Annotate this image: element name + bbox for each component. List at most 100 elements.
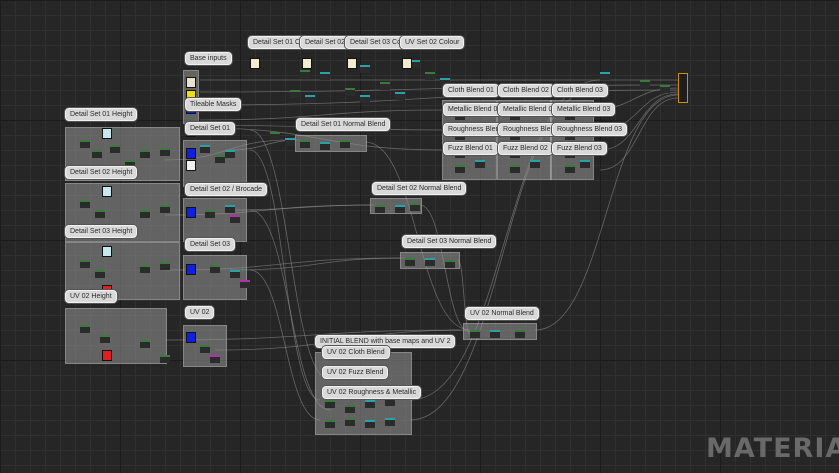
graph-node[interactable] bbox=[80, 325, 90, 333]
graph-node[interactable] bbox=[530, 160, 540, 168]
height-03-texture[interactable] bbox=[102, 246, 112, 257]
comment-detail-set-03[interactable]: Detail Set 03 bbox=[185, 238, 236, 251]
comment-detail-set-01-normal-blend[interactable]: Detail Set 01 Normal Blend bbox=[296, 118, 391, 131]
comment-base-inputs[interactable]: Base inputs bbox=[185, 52, 232, 65]
comment-uv-02-fuzz-blend[interactable]: UV 02 Fuzz Blend bbox=[322, 366, 389, 379]
graph-node[interactable] bbox=[300, 140, 310, 148]
graph-node[interactable] bbox=[320, 72, 330, 80]
graph-node[interactable] bbox=[95, 270, 105, 278]
colour-03-swatch[interactable] bbox=[347, 58, 357, 69]
graph-node[interactable] bbox=[210, 355, 220, 363]
graph-node[interactable] bbox=[325, 400, 335, 408]
graph-node[interactable] bbox=[240, 280, 250, 288]
graph-node[interactable] bbox=[140, 265, 150, 273]
graph-node[interactable] bbox=[470, 330, 480, 338]
graph-node[interactable] bbox=[80, 200, 90, 208]
graph-node[interactable] bbox=[345, 405, 355, 413]
graph-node[interactable] bbox=[225, 150, 235, 158]
graph-node[interactable] bbox=[200, 145, 210, 153]
comment-cloth-blend-03[interactable]: Cloth Blend 03 bbox=[552, 84, 608, 97]
comment-detail-set-02-height[interactable]: Detail Set 02 Height bbox=[65, 166, 138, 179]
graph-node[interactable] bbox=[285, 138, 295, 146]
height-02-texture[interactable] bbox=[102, 186, 112, 197]
graph-node[interactable] bbox=[360, 65, 370, 73]
comment-metallic-blend-03[interactable]: Metallic Blend 03 bbox=[552, 103, 616, 116]
graph-node[interactable] bbox=[490, 330, 500, 338]
graph-node[interactable] bbox=[140, 340, 150, 348]
colour-01-swatch[interactable] bbox=[250, 58, 260, 69]
colour-02-swatch[interactable] bbox=[302, 58, 312, 69]
graph-node[interactable] bbox=[340, 140, 350, 148]
comment-uv-02[interactable]: UV 02 bbox=[185, 306, 215, 319]
comment-uv-set-02-colour[interactable]: UV Set 02 Colour bbox=[400, 36, 465, 49]
graph-node[interactable] bbox=[80, 140, 90, 148]
comment-detail-set-02-brocade[interactable]: Detail Set 02 / Brocade bbox=[185, 183, 267, 196]
graph-node[interactable] bbox=[395, 205, 405, 213]
graph-node[interactable] bbox=[290, 90, 300, 98]
graph-node[interactable] bbox=[160, 148, 170, 156]
comment-uv-02-normal-blend[interactable]: UV 02 Normal Blend bbox=[465, 307, 539, 320]
comment-detail-set-02-normal-blend[interactable]: Detail Set 02 Normal Blend bbox=[372, 182, 467, 195]
graph-node[interactable] bbox=[385, 418, 395, 426]
base-colour-swatch[interactable] bbox=[186, 77, 196, 88]
graph-node[interactable] bbox=[92, 150, 102, 158]
graph-node[interactable] bbox=[110, 145, 120, 153]
graph-node[interactable] bbox=[205, 210, 215, 218]
graph-node[interactable] bbox=[445, 260, 455, 268]
comment-fuzz-blend-01[interactable]: Fuzz Blend 01 bbox=[443, 142, 498, 155]
graph-node[interactable] bbox=[225, 205, 235, 213]
comment-uv-02-cloth-blend[interactable]: UV 02 Cloth Blend bbox=[322, 346, 390, 359]
graph-node[interactable] bbox=[200, 345, 210, 353]
graph-node[interactable] bbox=[160, 355, 170, 363]
graph-node[interactable] bbox=[375, 205, 385, 213]
material-graph-canvas[interactable]: Detail Set 01 Height Detail Set 02 Heigh… bbox=[0, 0, 839, 473]
comment-metallic-blend-01[interactable]: Metallic Blend 01 bbox=[443, 103, 507, 116]
graph-node[interactable] bbox=[100, 335, 110, 343]
graph-node[interactable] bbox=[380, 82, 390, 90]
detail-01-white-swatch[interactable] bbox=[186, 160, 196, 171]
graph-node[interactable] bbox=[140, 150, 150, 158]
graph-node[interactable] bbox=[345, 418, 355, 426]
graph-node[interactable] bbox=[395, 92, 405, 100]
graph-node[interactable] bbox=[160, 262, 170, 270]
graph-node[interactable] bbox=[305, 95, 315, 103]
graph-node[interactable] bbox=[95, 210, 105, 218]
graph-node[interactable] bbox=[660, 85, 670, 93]
graph-node[interactable] bbox=[580, 160, 590, 168]
graph-node[interactable] bbox=[515, 330, 525, 338]
comment-uv-02-roughness-metallic[interactable]: UV 02 Roughness & Metallic bbox=[322, 386, 422, 399]
detail-03-blue-swatch[interactable] bbox=[186, 264, 196, 275]
graph-node[interactable] bbox=[345, 88, 355, 96]
graph-node[interactable] bbox=[325, 420, 335, 428]
graph-node[interactable] bbox=[475, 160, 485, 168]
comment-box-uv-02-height[interactable] bbox=[65, 308, 167, 364]
graph-node[interactable] bbox=[80, 260, 90, 268]
graph-node[interactable] bbox=[160, 205, 170, 213]
graph-node[interactable] bbox=[385, 398, 395, 406]
comment-tileable-masks[interactable]: Tileable Masks bbox=[185, 98, 242, 111]
graph-node[interactable] bbox=[640, 80, 650, 88]
colour-uv-swatch[interactable] bbox=[402, 58, 412, 69]
graph-node[interactable] bbox=[425, 72, 435, 80]
graph-node[interactable] bbox=[230, 215, 240, 223]
graph-node[interactable] bbox=[360, 95, 370, 103]
graph-node[interactable] bbox=[320, 142, 330, 150]
graph-node[interactable] bbox=[365, 400, 375, 408]
comment-fuzz-blend-02[interactable]: Fuzz Blend 02 bbox=[498, 142, 553, 155]
comment-detail-set-03-normal-blend[interactable]: Detail Set 03 Normal Blend bbox=[402, 235, 497, 248]
uv-02-blue-swatch[interactable] bbox=[186, 332, 196, 343]
graph-node[interactable] bbox=[425, 258, 435, 266]
graph-node[interactable] bbox=[270, 132, 280, 140]
graph-node[interactable] bbox=[455, 165, 465, 173]
graph-node[interactable] bbox=[510, 165, 520, 173]
comment-detail-set-01-height[interactable]: Detail Set 01 Height bbox=[65, 108, 138, 121]
graph-node[interactable] bbox=[140, 210, 150, 218]
detail-02-blue-swatch[interactable] bbox=[186, 207, 196, 218]
comment-cloth-blend-02[interactable]: Cloth Blend 02 bbox=[498, 84, 554, 97]
graph-node[interactable] bbox=[215, 155, 225, 163]
graph-node[interactable] bbox=[300, 70, 310, 78]
graph-node[interactable] bbox=[405, 258, 415, 266]
comment-detail-set-03-height[interactable]: Detail Set 03 Height bbox=[65, 225, 138, 238]
comment-fuzz-blend-03[interactable]: Fuzz Blend 03 bbox=[552, 142, 607, 155]
material-output-node[interactable] bbox=[678, 73, 688, 103]
